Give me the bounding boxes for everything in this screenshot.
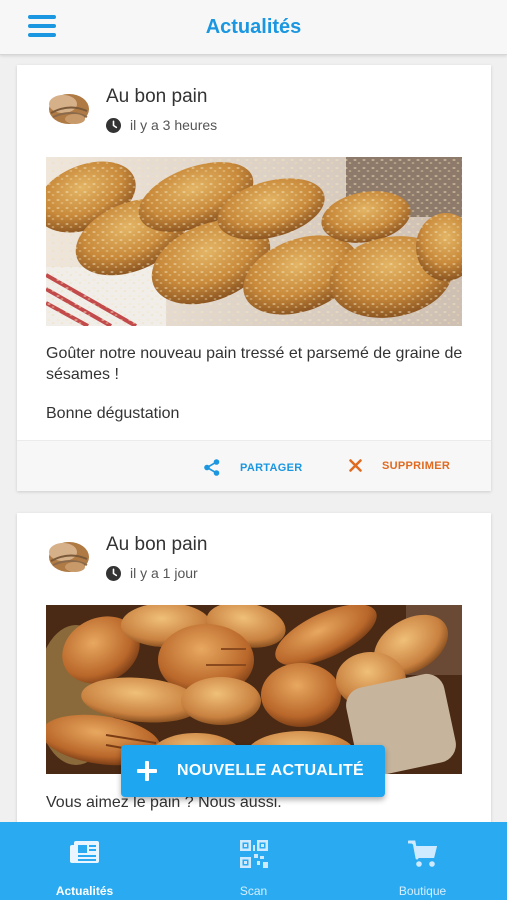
post-paragraph: Goûter notre nouveau pain tressé et pars…: [46, 345, 463, 383]
post-timestamp: il y a 1 jour: [106, 564, 198, 582]
clock-icon: [106, 117, 121, 133]
post-author: Au bon pain: [106, 534, 208, 555]
new-post-label: NOUVELLE ACTUALITÉ: [177, 762, 365, 779]
newspaper-icon: [69, 841, 99, 863]
plus-icon: [137, 761, 157, 781]
tab-boutique[interactable]: Boutique: [338, 822, 507, 900]
cart-icon: [407, 840, 437, 867]
page-title: Actualités: [205, 16, 302, 38]
post-paragraph: Bonne dégustation: [46, 405, 180, 422]
share-label: PARTAGER: [240, 461, 303, 474]
post-timestamp: il y a 3 heures: [106, 116, 217, 134]
app-header: Actualités: [0, 0, 507, 55]
post-time: il y a 1 jour: [130, 565, 198, 581]
tab-label: Scan: [239, 884, 268, 898]
tab-scan[interactable]: Scan: [169, 822, 338, 900]
news-feed[interactable]: Au bon pain il y a 3 heures Goûter notre…: [0, 56, 507, 822]
post-card: Au bon pain il y a 3 heures Goûter notre…: [17, 65, 491, 491]
bottom-tab-bar: Actualités Scan Boutique: [0, 822, 507, 900]
post-actions: PARTAGER SUPPRIMER: [17, 440, 491, 491]
close-icon: [349, 459, 362, 472]
clock-icon: [106, 565, 121, 581]
post-body: Goûter notre nouveau pain tressé et pars…: [46, 343, 466, 424]
avatar: [41, 531, 93, 583]
post-time: il y a 3 heures: [130, 117, 218, 133]
avatar: [41, 83, 93, 135]
share-button[interactable]: PARTAGER: [204, 459, 303, 476]
post-author: Au bon pain: [106, 86, 208, 107]
tab-label: Actualités: [55, 884, 114, 898]
delete-button[interactable]: SUPPRIMER: [349, 459, 450, 472]
delete-label: SUPPRIMER: [382, 459, 451, 472]
tab-label: Boutique: [398, 884, 447, 898]
share-icon: [204, 459, 220, 476]
qr-code-icon: [239, 840, 268, 868]
post-image-braided-bread: [46, 157, 462, 326]
new-post-button[interactable]: NOUVELLE ACTUALITÉ: [121, 745, 385, 797]
tab-actualites[interactable]: Actualités: [0, 822, 169, 900]
